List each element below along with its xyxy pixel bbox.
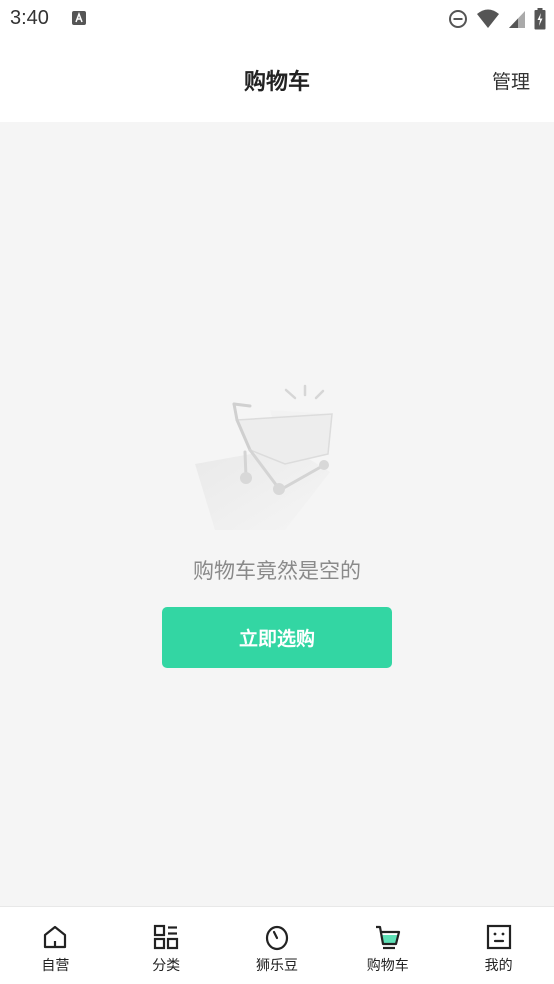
profile-icon: [486, 924, 511, 950]
do-not-disturb-icon: [449, 10, 467, 28]
tab-category[interactable]: 分类: [111, 907, 222, 984]
page-title: 购物车: [243, 70, 310, 95]
cart-icon: [375, 925, 400, 950]
a-notification-icon: [72, 11, 86, 25]
bean-icon: [265, 925, 289, 951]
manage-button[interactable]: 管理: [492, 67, 530, 94]
tab-home[interactable]: 自营: [0, 907, 111, 984]
tab-label: 狮乐豆: [255, 958, 298, 974]
page-header: 购物车 管理: [0, 38, 554, 122]
tab-profile[interactable]: 我的: [443, 907, 554, 984]
status-time: 3:40: [10, 7, 49, 29]
empty-cart-message: 购物车竟然是空的: [193, 559, 361, 583]
status-bar: 3:40: [0, 0, 554, 38]
tab-label: 我的: [484, 958, 513, 974]
signal-icon: [509, 11, 525, 28]
battery-icon: [534, 8, 546, 30]
home-icon: [44, 925, 67, 949]
shop-now-button[interactable]: 立即选购: [162, 607, 392, 668]
empty-cart-illustration: [195, 384, 333, 530]
tab-label: 购物车: [366, 958, 409, 974]
category-icon: [154, 924, 179, 950]
tab-label: 分类: [152, 958, 181, 974]
status-icons: [448, 7, 546, 31]
bottom-tab-bar: 自营 分类 狮乐豆 购物车 我的: [0, 906, 554, 984]
tab-label: 自营: [41, 958, 70, 974]
tab-beans[interactable]: 狮乐豆: [222, 907, 333, 984]
tab-cart[interactable]: 购物车: [332, 907, 443, 984]
wifi-icon: [477, 9, 499, 28]
